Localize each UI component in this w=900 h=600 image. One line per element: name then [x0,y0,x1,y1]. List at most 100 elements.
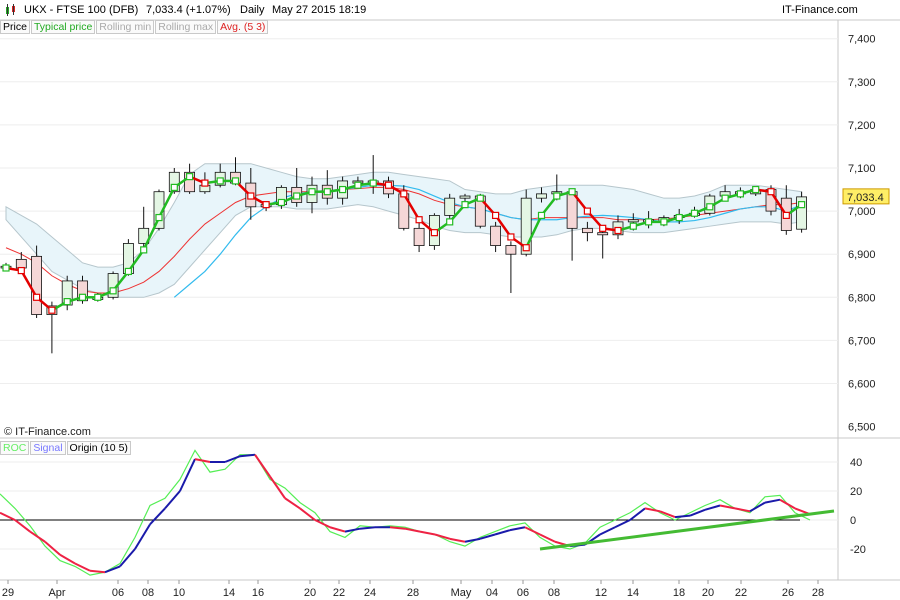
copyright-label: © IT-Finance.com [4,426,91,438]
legend-origin[interactable]: Origin (10 5) [66,441,131,455]
x-tick-label: 26 [782,587,794,599]
avg-marker [629,222,637,230]
x-tick-label: 08 [548,587,560,599]
legend-rolling-max[interactable]: Rolling max [155,20,217,34]
avg-marker [537,211,546,220]
avg-marker [32,293,41,301]
x-tick-label: 08 [142,587,154,599]
symbol-icon [4,3,18,20]
legend-rolling-min[interactable]: Rolling min [96,20,155,34]
x-tick-label: 28 [407,587,419,599]
avg-marker [384,181,393,189]
avg-marker [170,183,178,191]
x-tick-label: 22 [735,587,747,599]
avg-marker [293,192,301,200]
y-tick-label: 7,200 [848,120,876,132]
avg-marker [216,177,224,185]
legend-avg[interactable]: Avg. (5 3) [217,20,269,34]
avg-marker [2,264,10,272]
y-tick-label: 6,800 [848,292,876,304]
avg-marker [140,246,148,254]
y-tick-label: 6,900 [848,249,876,261]
y-tick-label: 7,300 [848,77,876,89]
x-tick-label: 04 [486,587,498,599]
avg-marker [247,192,255,200]
y-tick-label: 7,100 [848,163,876,175]
candle-body [15,258,27,269]
avg-marker [660,218,668,226]
candle-body [597,232,609,236]
x-tick-label: 16 [252,587,264,599]
x-tick-label: 24 [364,587,376,599]
x-tick-label: 20 [304,587,316,599]
x-tick-label: 14 [223,587,235,599]
y-tick-label: -20 [850,544,866,556]
avg-marker [308,188,316,196]
legend-roc[interactable]: ROC [0,441,30,455]
candle-body [444,197,456,216]
avg-marker [476,194,484,202]
avg-marker [767,188,775,196]
avg-marker [109,287,117,295]
x-tick-label: 06 [112,587,124,599]
avg-marker [553,192,561,200]
x-tick-label: 06 [517,587,529,599]
candle-body [536,193,547,199]
candle-body [582,227,593,234]
y-tick-label: 7,400 [848,34,876,46]
candle-body [490,225,502,246]
candle-body [413,227,425,246]
avg-marker [706,203,714,211]
avg-marker [78,293,87,301]
candle-body [505,245,517,255]
avg-marker [782,211,790,220]
avg-marker [583,207,592,215]
avg-marker [461,201,469,209]
period-label: Daily [240,4,265,16]
y-tick-label: 40 [850,457,862,469]
last-price: 7,033.4 (+1.07%) [146,4,231,16]
legend-signal[interactable]: Signal [30,441,66,455]
legend-price[interactable]: Price [0,20,30,34]
legend-typical-price[interactable]: Typical price [30,20,96,34]
avg-marker [201,179,209,187]
avg-marker [323,188,331,196]
candle-body [459,195,471,199]
avg-marker [736,190,745,198]
avg-marker [492,211,500,220]
x-tick-label: 12 [595,587,607,599]
x-tick-label: 20 [702,587,714,599]
avg-marker [507,233,515,241]
avg-marker [94,293,102,301]
avg-marker [797,201,806,209]
y-tick-label: 6,500 [848,422,876,434]
x-tick-label: 10 [173,587,185,599]
avg-marker [446,218,454,226]
avg-marker [231,177,240,185]
indicator-legend: Price Typical price Rolling min Rolling … [0,20,269,34]
avg-marker [124,267,133,276]
avg-marker [415,216,423,224]
y-tick-label: 6,700 [848,335,876,347]
chart-window: { "header": { "symbol": "UKX - FTSE 100 … [0,0,900,600]
avg-marker [644,218,653,226]
avg-marker [186,173,194,181]
y-tick-label: 6,600 [848,379,876,391]
avg-marker [48,306,56,314]
y-tick-label: 7,000 [848,206,876,218]
avg-marker [614,226,622,235]
y-tick-label: 0 [850,515,856,527]
avg-marker [522,244,530,252]
avg-marker [339,185,347,194]
x-tick-label: Apr [48,587,65,599]
avg-marker [599,224,607,232]
avg-marker [752,185,760,194]
x-tick-label: 28 [812,587,824,599]
avg-marker [400,190,408,198]
y-tick-label: 20 [850,486,862,498]
candle-body [627,219,639,223]
avg-marker [430,229,438,237]
avg-marker [568,188,576,196]
x-tick-label: 14 [627,587,639,599]
avg-marker [17,266,25,275]
